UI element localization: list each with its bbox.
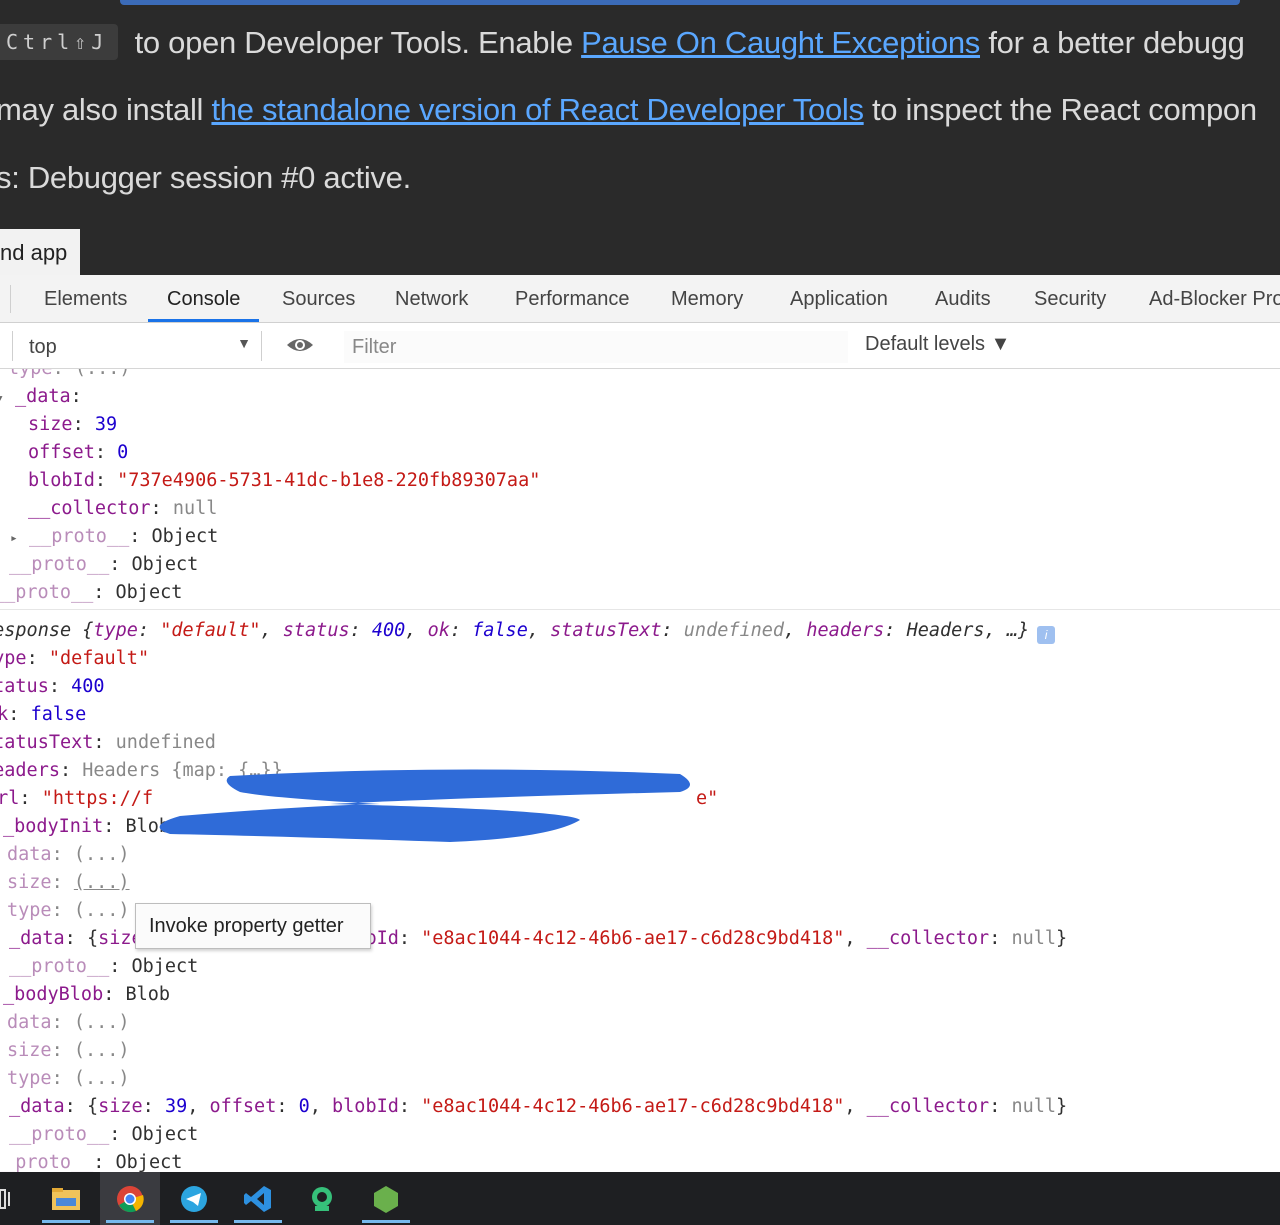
console-line: offset: 0 <box>28 442 129 463</box>
tab-sources[interactable]: Sources <box>282 275 355 322</box>
tab-separator <box>10 285 11 313</box>
tab-application[interactable]: Application <box>790 275 888 322</box>
vscode-icon <box>244 1186 271 1212</box>
console-line[interactable]: ▾ _data: <box>0 383 82 411</box>
console-line: type: "default" <box>0 648 150 669</box>
context-selector[interactable]: top ▼ <box>12 331 262 361</box>
line1-text-end: for a better debugg <box>980 25 1245 60</box>
debugger-page: Ctrl⇧J to open Developer Tools. Enable P… <box>0 0 1280 275</box>
console-line[interactable]: type: (...) <box>8 369 131 383</box>
devtools-tab-bar: Elements Console Sources Network Perform… <box>0 275 1280 323</box>
console-line[interactable]: ▸ _data: {size: 39, offset: 0, blobId: "… <box>0 1093 1067 1121</box>
line2-text-end: to inspect the React compon <box>863 92 1257 127</box>
telegram-icon <box>181 1186 207 1212</box>
address-bar-edge <box>120 0 1240 5</box>
console-line: size: 39 <box>28 414 118 435</box>
console-line[interactable]: ▾ _bodyInit: Blob <box>0 813 170 841</box>
dropdown-arrow-icon: ▼ <box>237 335 251 351</box>
console-line[interactable]: ▸ __proto__: Object <box>0 551 198 579</box>
console-line[interactable]: __proto__: Object <box>0 579 182 607</box>
instructions-line-2: may also install the standalone version … <box>0 92 1257 128</box>
console-line[interactable]: ▾ _bodyBlob: Blob <box>0 981 170 1009</box>
tab-memory[interactable]: Memory <box>671 275 743 322</box>
eye-icon[interactable] <box>286 335 314 355</box>
console-line: status: 400 <box>0 676 105 697</box>
taskbar-chrome[interactable] <box>100 1172 160 1225</box>
taskbar-file-explorer[interactable] <box>36 1172 96 1225</box>
console-line: __collector: null <box>28 498 218 519</box>
taskbar-telegram[interactable] <box>164 1172 224 1225</box>
tab-performance[interactable]: Performance <box>515 275 630 322</box>
console-line[interactable]: type: (...) <box>7 897 130 925</box>
console-line: blobId: "737e4906-5731-41dc-b1e8-220fb89… <box>28 470 541 491</box>
console-line[interactable]: size: (...) <box>7 1037 130 1065</box>
console-line: ok: false <box>0 704 87 725</box>
console-message-divider <box>0 609 1280 610</box>
tab-audits[interactable]: Audits <box>935 275 991 322</box>
chrome-icon <box>117 1186 144 1213</box>
app-tab[interactable]: nd app <box>0 229 80 275</box>
console-toolbar: top ▼ Default levels ▼ <box>0 323 1280 369</box>
info-icon[interactable]: i <box>1037 626 1056 644</box>
console-line: statusText: undefined <box>0 732 216 753</box>
tab-network[interactable]: Network <box>395 275 468 322</box>
console-line[interactable]: ▸ __proto__: Object <box>0 1121 198 1149</box>
taskbar <box>0 1172 1280 1225</box>
console-line[interactable]: __proto__: Object <box>0 1149 182 1172</box>
instructions-line-1: Ctrl⇧J to open Developer Tools. Enable P… <box>0 24 1245 61</box>
nodejs-icon <box>374 1186 398 1213</box>
console-line[interactable]: ▸ __proto__: Object <box>0 953 198 981</box>
console-line[interactable]: size: (...) <box>7 869 130 897</box>
keyboard-shortcut: Ctrl⇧J <box>0 24 119 60</box>
file-explorer-icon <box>52 1188 80 1210</box>
tab-elements[interactable]: Elements <box>44 275 127 322</box>
react-devtools-link[interactable]: the standalone version of React Develope… <box>211 92 864 127</box>
tab-ad-blocker-pro[interactable]: Ad-Blocker Pro <box>1149 275 1280 322</box>
taskbar-app[interactable] <box>292 1172 352 1225</box>
task-view-button[interactable] <box>0 1172 20 1225</box>
tab-console[interactable]: Console <box>148 275 260 322</box>
line2-text-start: may also install <box>0 92 212 127</box>
taskbar-nodejs[interactable] <box>356 1172 416 1225</box>
console-line[interactable]: data: (...) <box>7 1009 130 1037</box>
filter-input[interactable] <box>344 331 848 363</box>
console-line[interactable]: data: (...) <box>7 841 130 869</box>
console-line[interactable]: type: (...) <box>7 1065 130 1093</box>
app-icon <box>312 1187 332 1211</box>
console-line: url: "https://f <box>0 788 154 809</box>
task-view-icon <box>0 1189 10 1209</box>
redaction-scribble <box>159 769 691 842</box>
debugger-status: s: Debugger session #0 active. <box>0 160 411 195</box>
default-levels-dropdown[interactable]: Default levels ▼ <box>865 333 1010 356</box>
taskbar-vscode[interactable] <box>228 1172 288 1225</box>
tab-security[interactable]: Security <box>1034 275 1106 322</box>
line1-text-start: to open Developer Tools. Enable <box>126 25 582 60</box>
response-summary[interactable]: Response {type: "default", status: 400, … <box>0 617 1056 645</box>
pause-on-caught-exceptions-link[interactable]: Pause On Caught Exceptions <box>581 25 980 60</box>
context-value: top <box>29 336 57 358</box>
invoke-getter-tooltip: Invoke property getter <box>135 903 371 949</box>
console-line[interactable]: ▸ __proto__: Object <box>10 523 218 551</box>
